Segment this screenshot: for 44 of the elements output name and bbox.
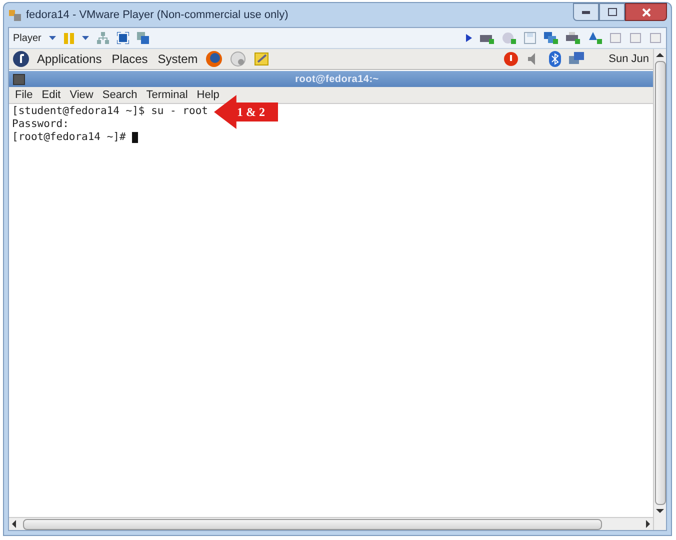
- menu-item[interactable]: Terminal: [146, 86, 188, 104]
- terminal-line: [student@fedora14 ~]$ su - root: [12, 105, 208, 118]
- close-icon: [642, 8, 650, 16]
- menu-item[interactable]: Edit: [42, 86, 61, 104]
- terminal-icon: [13, 74, 25, 84]
- sound-card-icon[interactable]: [588, 32, 602, 44]
- caret-icon: [49, 36, 56, 40]
- maximize-icon: [608, 8, 616, 16]
- firefox-icon[interactable]: [206, 51, 222, 67]
- network-icon[interactable]: [568, 52, 585, 66]
- alert-icon[interactable]: [502, 51, 519, 67]
- menu-item[interactable]: File: [15, 86, 33, 104]
- cd-icon[interactable]: [502, 32, 516, 44]
- app-icon: [8, 8, 22, 22]
- scrollbar-thumb[interactable]: [23, 518, 602, 530]
- window-title: fedora14 - VMware Player (Non-commercial use only): [26, 8, 288, 23]
- pause-icon: [64, 32, 74, 44]
- fullscreen-icon[interactable]: [117, 32, 130, 44]
- bluetooth-icon[interactable]: [548, 51, 561, 67]
- horizontal-scrollbar[interactable]: [9, 517, 653, 530]
- scrollbar-thumb[interactable]: [654, 61, 666, 505]
- close-button[interactable]: [625, 3, 667, 21]
- panel-menu[interactable]: Applications: [37, 50, 102, 68]
- network-adapter-icon[interactable]: [544, 32, 558, 44]
- panel-menu[interactable]: System: [158, 50, 198, 68]
- maximize-button[interactable]: [599, 3, 625, 21]
- vertical-scrollbar[interactable]: [653, 49, 666, 530]
- fedora-logo-icon[interactable]: [13, 51, 29, 67]
- note-icon[interactable]: [254, 51, 270, 67]
- panel-menu[interactable]: Places: [112, 50, 148, 68]
- menu-item[interactable]: Search: [102, 86, 138, 104]
- minimize-icon: [582, 10, 590, 14]
- terminal-title: root@fedora14:~: [294, 72, 380, 86]
- chevron-icon[interactable]: [466, 34, 472, 42]
- unity-icon[interactable]: [137, 32, 150, 44]
- player-menu-button[interactable]: Player: [13, 30, 42, 46]
- terminal-line: [root@fedora14 ~]#: [12, 131, 127, 144]
- caret-icon: [82, 36, 90, 40]
- clock[interactable]: Sun Jun: [608, 50, 649, 68]
- minimize-button[interactable]: [573, 3, 599, 21]
- terminal-line: Password:: [12, 118, 69, 131]
- right-arrow-icon[interactable]: [643, 520, 653, 528]
- menu-item[interactable]: View: [70, 86, 94, 104]
- printer-icon[interactable]: [566, 32, 580, 44]
